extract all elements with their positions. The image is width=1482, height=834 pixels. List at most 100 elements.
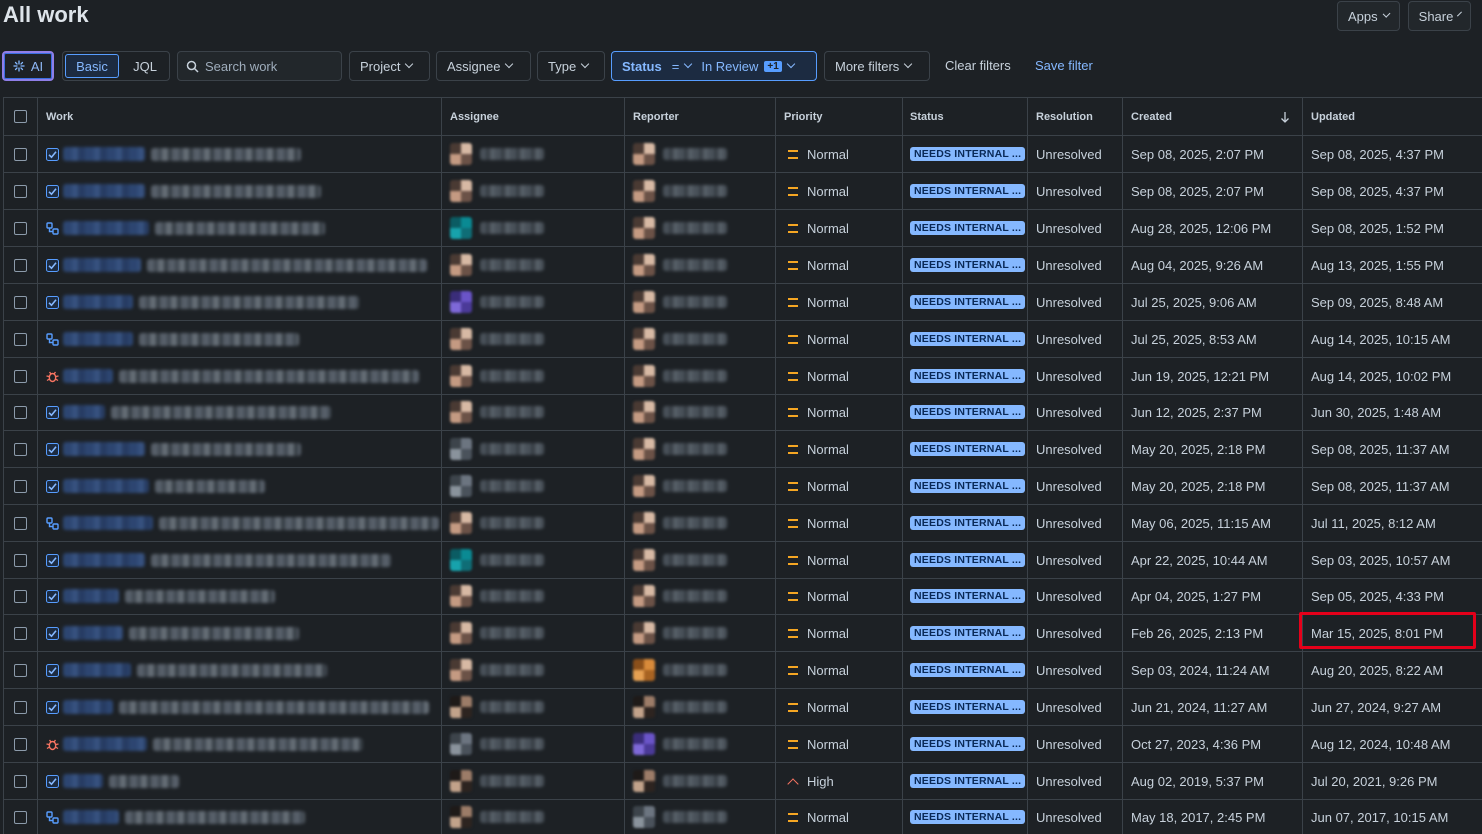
reporter-cell[interactable] [625, 763, 776, 799]
status-filter[interactable]: Status = In Review +1 [611, 51, 817, 81]
work-key-redacted[interactable] [63, 516, 153, 530]
status-lozenge[interactable]: NEEDS INTERNAL ... [910, 405, 1026, 419]
status-lozenge[interactable]: NEEDS INTERNAL ... [910, 553, 1026, 567]
reporter-cell[interactable] [625, 394, 776, 430]
priority-cell[interactable]: Normal [776, 799, 903, 834]
row-checkbox[interactable] [14, 442, 27, 456]
status-lozenge[interactable]: NEEDS INTERNAL ... [910, 810, 1026, 824]
table-row[interactable]: Normal NEEDS INTERNAL ... Unresolved Apr 04… [4, 578, 1482, 615]
work-summary-redacted[interactable] [151, 442, 301, 456]
work-cell[interactable] [38, 578, 442, 614]
work-key-redacted[interactable] [63, 479, 149, 493]
assignee-cell[interactable] [442, 726, 625, 762]
status-cell[interactable]: NEEDS INTERNAL ... [903, 358, 1028, 394]
work-cell[interactable] [38, 542, 442, 578]
work-cell[interactable] [38, 247, 442, 283]
status-lozenge[interactable]: NEEDS INTERNAL ... [910, 332, 1026, 346]
status-cell[interactable]: NEEDS INTERNAL ... [903, 799, 1028, 834]
row-checkbox[interactable] [14, 663, 27, 677]
row-checkbox[interactable] [14, 774, 27, 788]
status-cell[interactable]: NEEDS INTERNAL ... [903, 321, 1028, 357]
reporter-cell[interactable] [625, 247, 776, 283]
column-header-status[interactable]: Status [903, 98, 1028, 135]
work-key-redacted[interactable] [63, 774, 103, 788]
work-cell[interactable] [38, 615, 442, 651]
table-row[interactable]: Normal NEEDS INTERNAL ... Unresolved Apr 22… [4, 542, 1482, 579]
table-row[interactable]: Normal NEEDS INTERNAL ... Unresolved Sep 08… [4, 136, 1482, 173]
work-key-redacted[interactable] [63, 626, 123, 640]
status-cell[interactable]: NEEDS INTERNAL ... [903, 468, 1028, 504]
assignee-cell[interactable] [442, 578, 625, 614]
work-cell[interactable] [38, 689, 442, 725]
status-lozenge[interactable]: NEEDS INTERNAL ... [910, 184, 1026, 198]
status-lozenge[interactable]: NEEDS INTERNAL ... [910, 626, 1026, 640]
priority-cell[interactable]: Normal [776, 652, 903, 688]
assignee-filter[interactable]: Assignee [436, 51, 531, 81]
row-checkbox[interactable] [14, 810, 27, 824]
priority-cell[interactable]: Normal [776, 173, 903, 209]
ai-button[interactable]: AI [2, 51, 54, 81]
table-row[interactable]: Normal NEEDS INTERNAL ... Unresolved Sep 08… [4, 173, 1482, 210]
status-cell[interactable]: NEEDS INTERNAL ... [903, 542, 1028, 578]
row-checkbox[interactable] [14, 589, 27, 603]
work-key-redacted[interactable] [63, 700, 113, 714]
status-lozenge[interactable]: NEEDS INTERNAL ... [910, 295, 1026, 309]
row-checkbox[interactable] [14, 332, 27, 346]
work-summary-redacted[interactable] [125, 589, 275, 603]
work-summary-redacted[interactable] [151, 184, 321, 198]
assignee-cell[interactable] [442, 763, 625, 799]
work-cell[interactable] [38, 652, 442, 688]
status-cell[interactable]: NEEDS INTERNAL ... [903, 689, 1028, 725]
row-checkbox[interactable] [14, 553, 27, 567]
work-summary-redacted[interactable] [109, 774, 179, 788]
jql-mode-button[interactable]: JQL [121, 52, 169, 80]
row-checkbox[interactable] [14, 626, 27, 640]
work-cell[interactable] [38, 284, 442, 320]
priority-cell[interactable]: Normal [776, 210, 903, 246]
work-cell[interactable] [38, 358, 442, 394]
work-key-redacted[interactable] [63, 332, 133, 346]
work-key-redacted[interactable] [63, 589, 119, 603]
priority-cell[interactable]: Normal [776, 689, 903, 725]
work-key-redacted[interactable] [63, 369, 113, 383]
work-key-redacted[interactable] [63, 184, 145, 198]
work-cell[interactable] [38, 505, 442, 541]
work-key-redacted[interactable] [63, 295, 133, 309]
priority-cell[interactable]: High [776, 763, 903, 799]
work-key-redacted[interactable] [63, 810, 119, 824]
priority-cell[interactable]: Normal [776, 136, 903, 172]
assignee-cell[interactable] [442, 468, 625, 504]
status-cell[interactable]: NEEDS INTERNAL ... [903, 394, 1028, 430]
row-checkbox[interactable] [14, 700, 27, 714]
status-lozenge[interactable]: NEEDS INTERNAL ... [910, 737, 1026, 751]
reporter-cell[interactable] [625, 468, 776, 504]
status-lozenge[interactable]: NEEDS INTERNAL ... [910, 516, 1026, 530]
status-cell[interactable]: NEEDS INTERNAL ... [903, 578, 1028, 614]
apps-button[interactable]: Apps [1337, 1, 1400, 31]
reporter-cell[interactable] [625, 136, 776, 172]
work-summary-redacted[interactable] [137, 663, 327, 677]
type-filter[interactable]: Type [537, 51, 605, 81]
share-button[interactable]: Share [1408, 1, 1471, 31]
reporter-cell[interactable] [625, 615, 776, 651]
more-filters-button[interactable]: More filters [824, 51, 930, 81]
project-filter[interactable]: Project [349, 51, 430, 81]
status-cell[interactable]: NEEDS INTERNAL ... [903, 763, 1028, 799]
priority-cell[interactable]: Normal [776, 284, 903, 320]
work-summary-redacted[interactable] [151, 147, 301, 161]
assignee-cell[interactable] [442, 394, 625, 430]
work-summary-redacted[interactable] [139, 332, 299, 346]
assignee-cell[interactable] [442, 431, 625, 467]
column-header-priority[interactable]: Priority [776, 98, 903, 135]
reporter-cell[interactable] [625, 173, 776, 209]
table-row[interactable]: Normal NEEDS INTERNAL ... Unresolved Feb 26… [4, 615, 1482, 652]
priority-cell[interactable]: Normal [776, 247, 903, 283]
assignee-cell[interactable] [442, 321, 625, 357]
work-summary-redacted[interactable] [159, 516, 439, 530]
work-summary-redacted[interactable] [147, 258, 427, 272]
status-lozenge[interactable]: NEEDS INTERNAL ... [910, 221, 1026, 235]
table-row[interactable]: Normal NEEDS INTERNAL ... Unresolved Jun 12… [4, 394, 1482, 431]
priority-cell[interactable]: Normal [776, 468, 903, 504]
priority-cell[interactable]: Normal [776, 726, 903, 762]
work-summary-redacted[interactable] [119, 700, 429, 714]
